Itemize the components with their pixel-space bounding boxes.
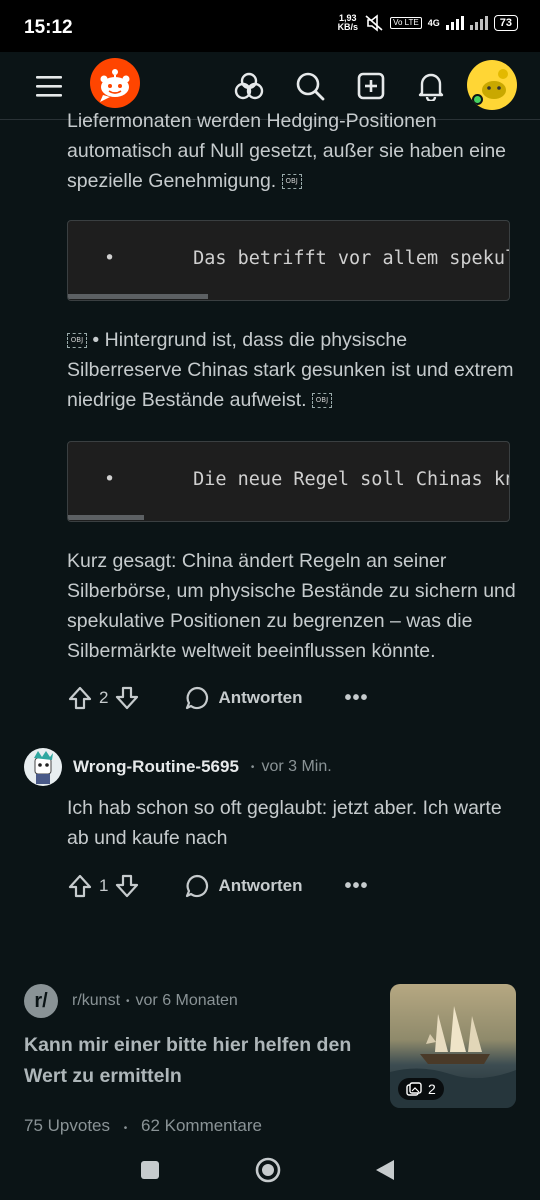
post-thumbnail[interactable]: 2 [390, 984, 516, 1108]
reply-button[interactable]: Antworten [184, 873, 303, 899]
separator-dot: • [250, 761, 255, 773]
comment-paragraph-1: Liefermonaten werden Hedging-Positionen … [67, 110, 507, 192]
comment-text-2: Ich hab schon so oft geglaubt: jetzt abe… [67, 797, 502, 849]
add-post-icon[interactable] [349, 64, 393, 108]
comment-count: 62 Kommentare [140, 1116, 262, 1135]
status-bar: 15:12 1,93 KB/s Vo LTE 4G 73 [0, 0, 540, 52]
object-placeholder: OBJ [312, 393, 332, 409]
home-circle-icon[interactable] [255, 1157, 281, 1183]
post-title[interactable]: Kann mir einer bitte hier helfen den Wer… [24, 1030, 374, 1092]
post-time: vor 6 Monaten [135, 992, 238, 1009]
more-options-button[interactable]: ••• [345, 875, 369, 898]
subreddit-name[interactable]: r/kunst [72, 992, 120, 1010]
online-indicator [472, 94, 483, 105]
related-post-card[interactable]: r/ r/kunst • vor 6 Monaten Kann mir eine… [24, 982, 516, 1142]
downvote-icon[interactable] [114, 873, 140, 899]
downvote-icon[interactable] [114, 685, 140, 711]
search-icon[interactable] [288, 64, 332, 108]
upvote-count: 75 Upvotes [24, 1116, 110, 1135]
comment-paragraph-3: Kurz gesagt: China ändert Regeln an sein… [67, 550, 516, 662]
system-nav-bar [0, 1138, 540, 1200]
code-line-1: • Das betrifft vor allem spekulative [104, 248, 509, 269]
vote-count: 2 [99, 688, 109, 707]
upvote-icon[interactable] [67, 685, 93, 711]
comment-bubble-icon [186, 686, 209, 710]
volte-badge: Vo LTE [390, 17, 422, 29]
network-type: 4G [427, 18, 440, 28]
battery-indicator: 73 [493, 15, 518, 31]
mute-icon [365, 14, 383, 32]
separator-dot: • [123, 1123, 128, 1134]
vote-group: 2 [67, 685, 140, 711]
comment-paragraph-2: OBJ • Hintergrund ist, dass die physisch… [67, 329, 514, 411]
recents-square-icon[interactable] [140, 1160, 160, 1180]
gallery-icon [406, 1082, 422, 1096]
status-icons: 1,93 KB/s Vo LTE 4G 73 [338, 14, 518, 32]
subreddit-icon[interactable]: r/ [24, 984, 58, 1018]
gallery-count-badge: 2 [398, 1078, 444, 1100]
code-block-2[interactable]: • Die neue Regel soll Chinas knappe [67, 441, 510, 522]
horizontal-scrollbar[interactable] [68, 294, 208, 299]
comment-bubble-icon [186, 874, 209, 898]
signal-icon-2 [469, 16, 488, 30]
back-triangle-icon[interactable] [374, 1159, 396, 1181]
author-name[interactable]: Wrong-Routine-5695 [73, 757, 239, 777]
network-speed: 1,93 KB/s [337, 13, 359, 32]
upvote-icon[interactable] [67, 873, 93, 899]
vote-group: 1 [67, 873, 140, 899]
comment-actions-2: 1 Antworten ••• [67, 868, 369, 904]
object-placeholder: OBJ [281, 174, 302, 190]
code-line-2: • Die neue Regel soll Chinas knappe [104, 469, 509, 490]
user-avatar[interactable] [467, 60, 517, 110]
communities-icon[interactable] [227, 64, 271, 108]
more-options-button[interactable]: ••• [345, 687, 369, 710]
reply-button[interactable]: Antworten [184, 685, 303, 711]
reddit-logo-icon[interactable] [90, 58, 140, 108]
post-meta: r/ r/kunst • vor 6 Monaten [24, 984, 238, 1018]
code-block-1[interactable]: • Das betrifft vor allem spekulative [67, 220, 510, 301]
signal-icon [445, 16, 464, 30]
separator-dot: • [126, 995, 130, 1007]
status-time: 15:12 [24, 17, 73, 38]
horizontal-scrollbar[interactable] [68, 515, 144, 520]
hamburger-menu-icon[interactable] [27, 64, 71, 108]
object-placeholder: OBJ [67, 333, 87, 349]
bell-icon[interactable] [409, 64, 453, 108]
comment-time: vor 3 Min. [261, 758, 332, 775]
comment-actions-1: 2 Antworten ••• [67, 680, 369, 716]
vote-count: 1 [99, 876, 109, 895]
author-avatar[interactable] [24, 748, 62, 786]
post-stats: 75 Upvotes • 62 Kommentare [24, 1116, 262, 1136]
comment-author-row: Wrong-Routine-5695 • vor 3 Min. [24, 748, 332, 786]
